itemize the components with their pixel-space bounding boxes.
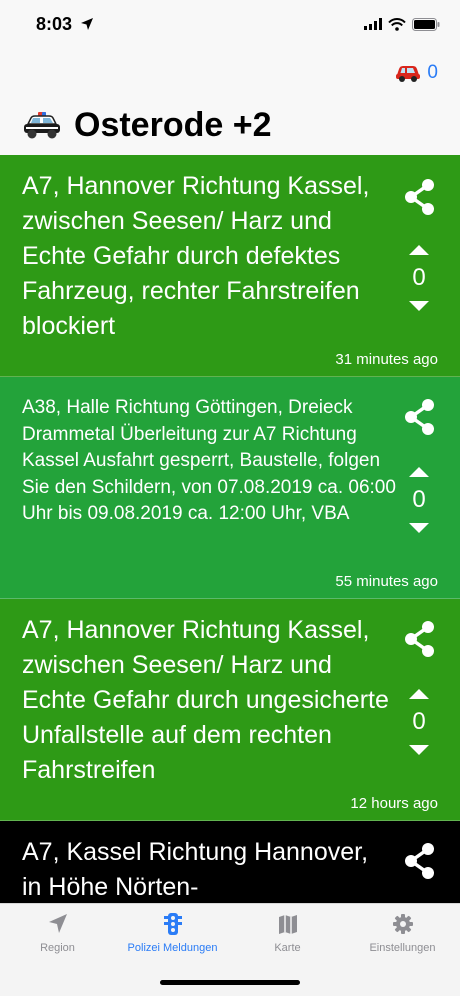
tab-label: Region bbox=[40, 942, 75, 954]
share-icon[interactable] bbox=[402, 619, 438, 659]
message-card[interactable]: A7, Kassel Richtung Hannover, in Höhe Nö… bbox=[0, 821, 460, 903]
share-icon[interactable] bbox=[402, 841, 438, 881]
home-indicator bbox=[160, 980, 300, 985]
cellular-signal-icon bbox=[364, 18, 382, 30]
police-messages-list[interactable]: A7, Hannover Richtung Kassel, zwischen S… bbox=[0, 155, 460, 903]
message-text: A7, Hannover Richtung Kassel, zwischen S… bbox=[22, 172, 370, 340]
message-timestamp: 55 minutes ago bbox=[335, 573, 438, 590]
navigation-header: 0 Osterode +2 bbox=[0, 50, 460, 155]
downvote-arrow-icon[interactable] bbox=[409, 523, 429, 533]
tab-label: Polizei Meldungen bbox=[127, 942, 218, 954]
tab-region[interactable]: Region bbox=[0, 912, 115, 954]
vote-count: 0 bbox=[412, 264, 426, 291]
message-text: A7, Kassel Richtung Hannover, in Höhe Nö… bbox=[22, 838, 369, 901]
message-card[interactable]: A38, Halle Richtung Göttingen, Dreieck D… bbox=[0, 377, 460, 599]
tab-label: Einstellungen bbox=[369, 942, 436, 954]
share-icon[interactable] bbox=[402, 397, 438, 437]
vote-count: 0 bbox=[412, 708, 426, 735]
tab-einstellungen[interactable]: Einstellungen bbox=[345, 912, 460, 954]
red-car-icon bbox=[396, 66, 421, 82]
message-timestamp: 31 minutes ago bbox=[335, 351, 438, 368]
tab-label: Karte bbox=[274, 942, 301, 954]
location-arrow-icon bbox=[48, 914, 67, 933]
upvote-arrow-icon[interactable] bbox=[409, 689, 429, 699]
downvote-arrow-icon[interactable] bbox=[409, 745, 429, 755]
page-title: Osterode +2 bbox=[74, 106, 272, 144]
message-card[interactable]: A7, Hannover Richtung Kassel, zwischen S… bbox=[0, 599, 460, 821]
status-indicators bbox=[364, 16, 440, 32]
traffic-light-icon bbox=[163, 913, 182, 935]
tab-karte[interactable]: Karte bbox=[230, 912, 345, 954]
battery-icon bbox=[412, 17, 440, 31]
vote-control: 0 bbox=[404, 689, 434, 755]
share-icon[interactable] bbox=[402, 177, 438, 217]
upvote-arrow-icon[interactable] bbox=[409, 245, 429, 255]
police-car-icon bbox=[24, 111, 60, 138]
tab-polizei-meldungen[interactable]: Polizei Meldungen bbox=[115, 912, 230, 954]
message-text: A7, Hannover Richtung Kassel, zwischen S… bbox=[22, 616, 389, 784]
location-services-icon bbox=[81, 18, 93, 30]
car-counter-button[interactable]: 0 bbox=[395, 62, 438, 84]
car-count: 0 bbox=[427, 62, 438, 83]
downvote-arrow-icon[interactable] bbox=[409, 301, 429, 311]
vote-control: 0 bbox=[404, 245, 434, 311]
message-text: A38, Halle Richtung Göttingen, Dreieck D… bbox=[22, 397, 396, 524]
message-card[interactable]: A7, Hannover Richtung Kassel, zwischen S… bbox=[0, 155, 460, 377]
vote-control: 0 bbox=[404, 467, 434, 533]
status-time: 8:03 bbox=[36, 14, 73, 34]
upvote-arrow-icon[interactable] bbox=[409, 467, 429, 477]
message-timestamp: 12 hours ago bbox=[350, 795, 438, 812]
gear-icon bbox=[392, 914, 413, 934]
status-bar: 8:03 bbox=[0, 0, 460, 50]
vote-count: 0 bbox=[412, 486, 426, 513]
map-icon bbox=[278, 915, 297, 934]
wifi-icon bbox=[388, 17, 406, 31]
